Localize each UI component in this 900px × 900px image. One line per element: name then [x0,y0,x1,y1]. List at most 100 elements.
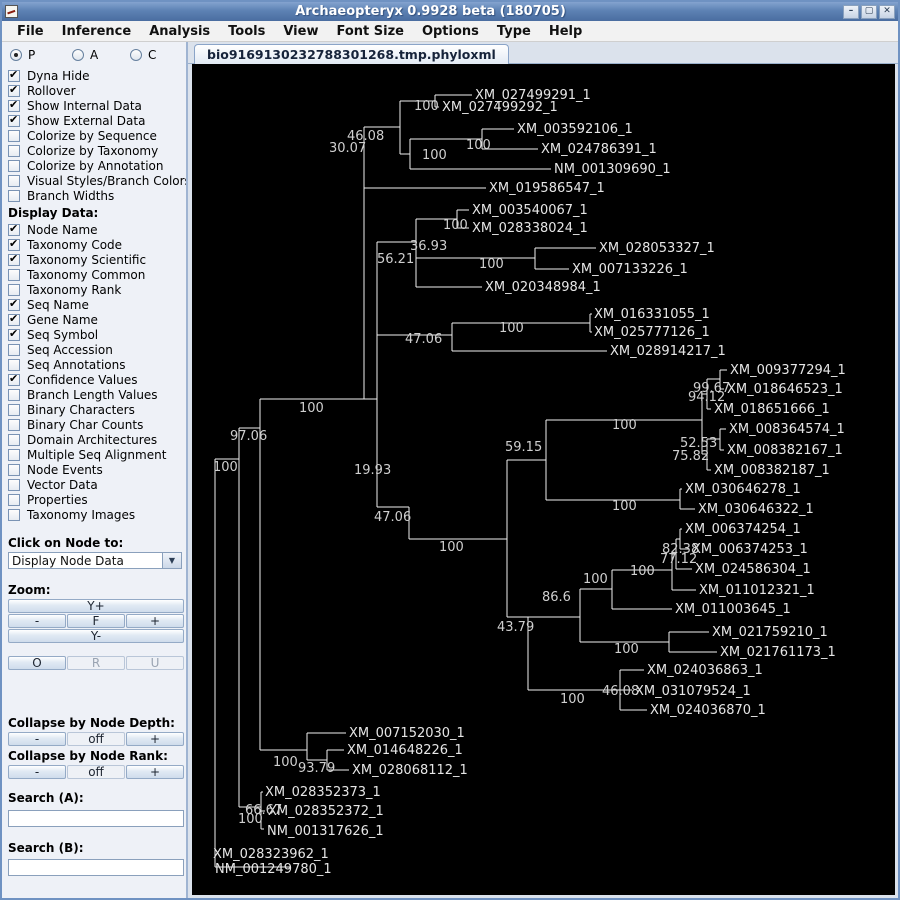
return-button[interactable]: R [67,656,125,670]
search-a-input[interactable] [8,809,184,827]
checkbox-unchecked[interactable] [8,358,20,371]
leaf-label[interactable]: XM_018651666_1 [714,402,830,417]
leaf-label[interactable]: XM_003540067_1 [472,203,588,218]
leaf-label[interactable]: XM_018646523_1 [727,382,843,397]
checkbox-checked[interactable] [8,114,20,127]
leaf-label[interactable]: XM_021761173_1 [720,645,836,660]
checkbox-unchecked[interactable] [8,144,20,157]
checkbox-unchecked[interactable] [8,174,20,187]
checkbox-unchecked[interactable] [8,343,20,356]
leaf-label[interactable]: XM_030646322_1 [698,502,814,517]
checkbox-checked[interactable] [8,253,20,266]
leaf-label[interactable]: XM_008382187_1 [714,463,830,478]
radio-option-c[interactable]: C [130,48,156,62]
checkbox-checked[interactable] [8,313,20,326]
zoom-y-plus-button[interactable]: Y+ [8,599,184,613]
leaf-label[interactable]: XM_024036863_1 [647,663,763,678]
checkbox-checked[interactable] [8,373,20,386]
checkbox-checked[interactable] [8,223,20,236]
checkbox-checked[interactable] [8,238,20,251]
zoom-fit-button[interactable]: F [67,614,125,628]
radio-option-p[interactable]: P [10,48,35,62]
leaf-label[interactable]: XM_028352372_1 [268,804,384,819]
phylogenetic-tree-canvas[interactable]: XM_027499291_1XM_027499292_1XM_003592106… [192,64,895,895]
checkbox-unchecked[interactable] [8,448,20,461]
radio-option-a[interactable]: A [72,48,98,62]
checkbox-unchecked[interactable] [8,189,20,202]
leaf-label[interactable]: XM_027499292_1 [442,100,558,115]
zoom-plus-button[interactable]: + [126,614,184,628]
leaf-label[interactable]: XM_024786391_1 [541,142,657,157]
search-b-input[interactable] [8,859,184,876]
leaf-label[interactable]: XM_028352373_1 [265,785,381,800]
leaf-label[interactable]: XM_006374253_1 [692,542,808,557]
radio-icon[interactable] [130,49,142,61]
checkbox-checked[interactable] [8,328,20,341]
checkbox-unchecked[interactable] [8,433,20,446]
close-button[interactable]: ✕ [879,4,895,19]
checkbox-unchecked[interactable] [8,418,20,431]
leaf-label[interactable]: XM_028068112_1 [352,763,468,778]
checkbox-unchecked[interactable] [8,478,20,491]
leaf-label[interactable]: NM_001317626_1 [267,824,384,839]
collapse-depth-minus-button[interactable]: - [8,732,66,746]
order-button[interactable]: O [8,656,66,670]
menu-view[interactable]: View [274,24,327,39]
checkbox-unchecked[interactable] [8,159,20,172]
collapse-rank-plus-button[interactable]: + [126,765,184,779]
checkbox-unchecked[interactable] [8,388,20,401]
leaf-label[interactable]: XM_003592106_1 [517,122,633,137]
leaf-label[interactable]: XM_024586304_1 [695,562,811,577]
menu-font-size[interactable]: Font Size [327,24,412,39]
collapse-rank-minus-button[interactable]: - [8,765,66,779]
leaf-label[interactable]: XM_008364574_1 [729,422,845,437]
zoom-minus-button[interactable]: - [8,614,66,628]
checkbox-unchecked[interactable] [8,268,20,281]
leaf-label[interactable]: XM_031079524_1 [635,684,751,699]
menu-file[interactable]: File [8,24,53,39]
leaf-label[interactable]: NM_001309690_1 [554,162,671,177]
menu-inference[interactable]: Inference [53,24,141,39]
checkbox-checked[interactable] [8,69,20,82]
tab-phyloxml-file[interactable]: bio9169130232788301268.tmp.phyloxml [194,44,509,64]
leaf-label[interactable]: XM_025777126_1 [594,325,710,340]
leaf-label[interactable]: XM_014648226_1 [347,743,463,758]
checkbox-unchecked[interactable] [8,403,20,416]
leaf-label[interactable]: XM_021759210_1 [712,625,828,640]
leaf-label[interactable]: XM_008382167_1 [727,443,843,458]
leaf-label[interactable]: XM_009377294_1 [730,363,846,378]
maximize-button[interactable]: ▢ [861,4,877,19]
leaf-label[interactable]: XM_011012321_1 [699,583,815,598]
leaf-label[interactable]: XM_016331055_1 [594,307,710,322]
checkbox-checked[interactable] [8,99,20,112]
leaf-label[interactable]: XM_006374254_1 [685,522,801,537]
menu-help[interactable]: Help [540,24,591,39]
checkbox-unchecked[interactable] [8,283,20,296]
zoom-y-minus-button[interactable]: Y- [8,629,184,643]
checkbox-unchecked[interactable] [8,463,20,476]
leaf-label[interactable]: XM_028338024_1 [472,221,588,236]
collapse-depth-plus-button[interactable]: + [126,732,184,746]
leaf-label[interactable]: XM_019586547_1 [489,181,605,196]
leaf-label[interactable]: XM_007133226_1 [572,262,688,277]
leaf-label[interactable]: XM_028053327_1 [599,241,715,256]
menu-options[interactable]: Options [413,24,488,39]
radio-icon[interactable] [72,49,84,61]
checkbox-unchecked[interactable] [8,129,20,142]
checkbox-unchecked[interactable] [8,508,20,521]
radio-icon[interactable] [10,49,22,61]
click-on-node-dropdown[interactable]: Display Node Data ▼ [8,552,182,569]
leaf-label[interactable]: XM_030646278_1 [685,482,801,497]
leaf-label[interactable]: XM_028323962_1 [213,847,329,862]
checkbox-checked[interactable] [8,84,20,97]
menu-type[interactable]: Type [488,24,540,39]
minimize-button[interactable]: – [843,4,859,19]
leaf-label[interactable]: NM_001249780_1 [215,862,332,877]
checkbox-checked[interactable] [8,298,20,311]
leaf-label[interactable]: XM_007152030_1 [349,726,465,741]
uncollapse-button[interactable]: U [126,656,184,670]
leaf-label[interactable]: XM_024036870_1 [650,703,766,718]
leaf-label[interactable]: XM_020348984_1 [485,280,601,295]
menu-tools[interactable]: Tools [219,24,274,39]
leaf-label[interactable]: XM_028914217_1 [610,344,726,359]
